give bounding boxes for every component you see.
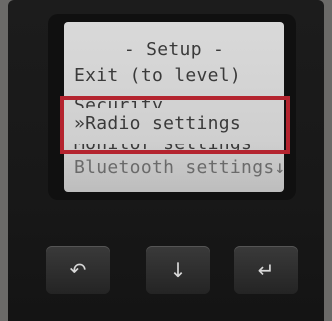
selection-highlight-box xyxy=(60,96,290,154)
back-arrow-icon: ↶ xyxy=(69,258,87,282)
menu-title: - Setup - xyxy=(123,39,225,60)
enter-button[interactable]: ↵ xyxy=(234,246,298,294)
menu-item-exit[interactable]: Exit (to level) xyxy=(74,66,241,86)
enter-icon: ↵ xyxy=(257,258,275,282)
back-button[interactable]: ↶ xyxy=(46,246,110,294)
down-arrow-icon: ↓ xyxy=(169,258,187,282)
device-panel: - Setup - Exit (to level) Security »Radi… xyxy=(8,0,324,321)
down-button[interactable]: ↓ xyxy=(146,246,210,294)
menu-item-bluetooth-settings[interactable]: Bluetooth settings↓ xyxy=(74,158,284,178)
